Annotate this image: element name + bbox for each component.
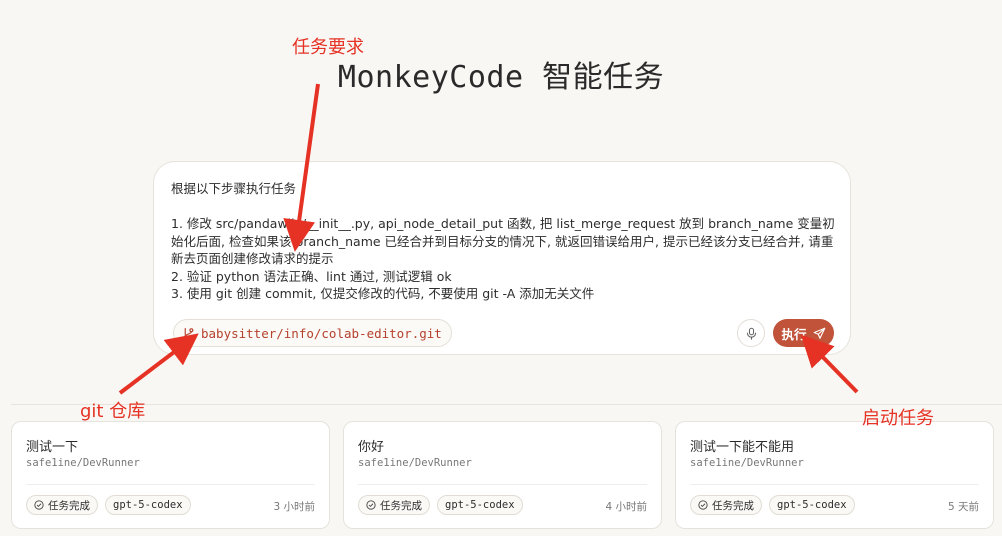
arrow-to-task-input — [283, 83, 320, 252]
arrow-to-run-button — [800, 334, 859, 394]
arrow-to-repo-chip — [118, 333, 199, 395]
annotation-arrows — [118, 83, 859, 395]
